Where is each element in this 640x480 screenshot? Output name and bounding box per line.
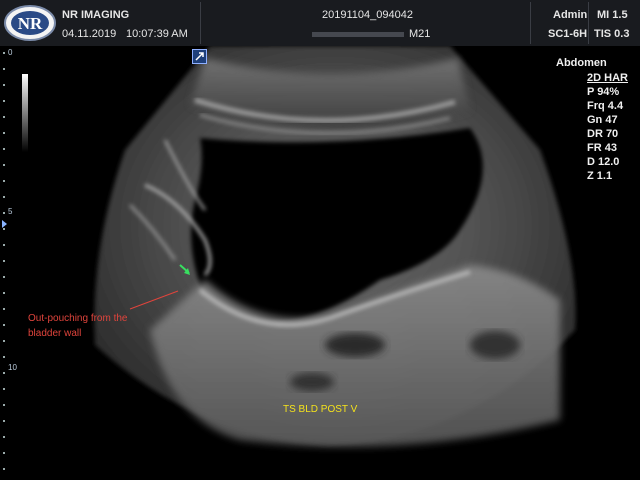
logo-text: NR <box>18 14 43 33</box>
param-frame-rate: FR 43 <box>587 142 617 154</box>
clinic-name: NR IMAGING <box>62 9 130 21</box>
focus-marker-icon <box>2 220 7 228</box>
probe-name: SC1-6H <box>548 28 588 40</box>
annotation-label: Out-pouching from the bladder wall <box>28 313 128 339</box>
param-power: P 94% <box>587 86 620 98</box>
nr-imaging-logo: NR <box>4 4 56 42</box>
depth-label-0: 0 <box>8 48 13 57</box>
depth-label-5: 5 <box>8 207 13 216</box>
param-frequency: Frq 4.4 <box>587 100 624 112</box>
orientation-marker-icon <box>192 49 207 64</box>
grayscale-bar <box>22 74 28 152</box>
param-depth: D 12.0 <box>587 156 620 168</box>
thermal-index: TIS 0.3 <box>594 28 630 40</box>
param-zoom: Z 1.1 <box>587 170 613 182</box>
scan-caption: TS BLD POST V <box>283 404 358 415</box>
patient-id-suffix: M21 <box>409 28 431 40</box>
patient-name-redacted <box>312 32 404 37</box>
mechanical-index: MI 1.5 <box>597 9 628 21</box>
depth-label-10: 10 <box>8 363 17 372</box>
exam-date: 04.11.2019 <box>62 28 117 40</box>
param-dynamic-range: DR 70 <box>587 128 619 140</box>
top-info-bar: NR NR IMAGING 04.11.2019 10:07:39 AM 201… <box>0 0 640 46</box>
study-id: 20191104_094042 <box>322 9 413 21</box>
exam-time: 10:07:39 AM <box>126 28 188 40</box>
operator-user: Admin <box>553 9 588 21</box>
param-gain: Gn 47 <box>587 114 618 126</box>
imaging-mode: 2D HAR <box>587 72 628 84</box>
preset-name: Abdomen <box>556 57 607 69</box>
